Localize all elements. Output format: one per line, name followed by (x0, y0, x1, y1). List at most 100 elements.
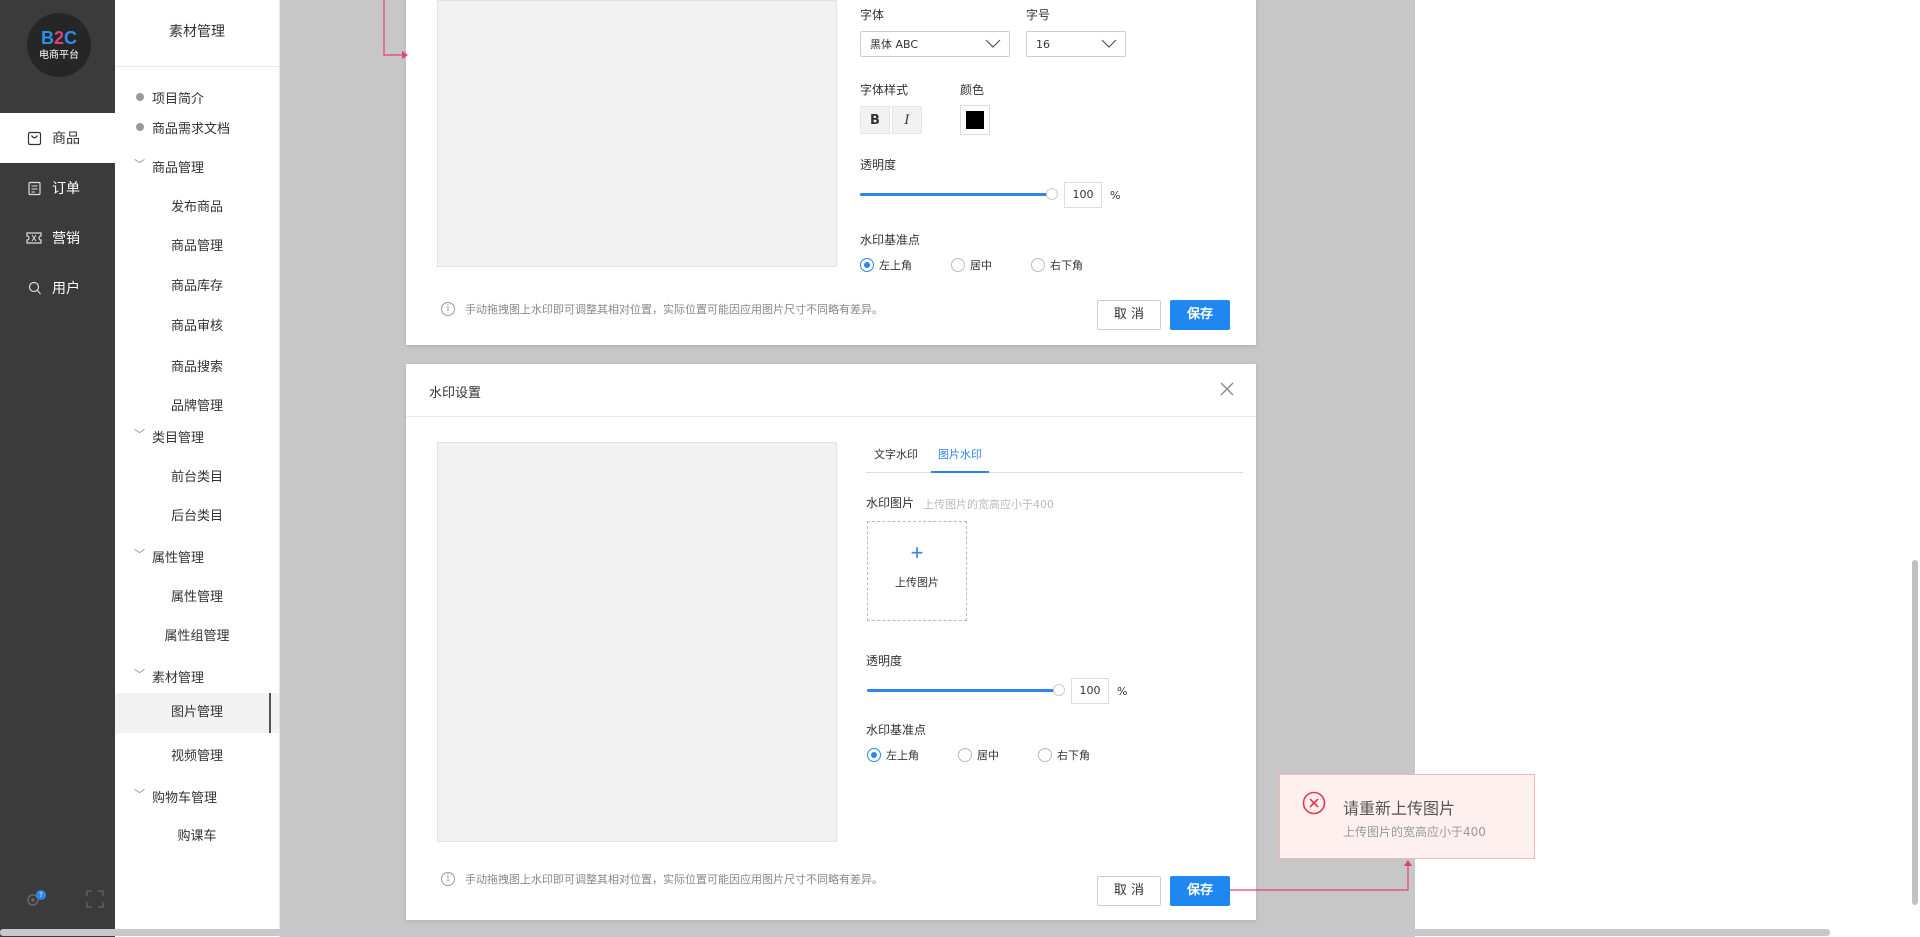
logo-letter-b: B (40, 27, 54, 48)
nav-item-users[interactable]: 用户 (0, 263, 115, 313)
save-button[interactable]: 保存 (1170, 876, 1230, 906)
info-icon: i (441, 302, 455, 316)
percent-label: % (1117, 685, 1128, 698)
italic-button[interactable]: I (892, 106, 922, 134)
opacity-input[interactable]: 100 (1071, 678, 1109, 704)
size-select[interactable]: 16 (1026, 31, 1126, 57)
cancel-button[interactable]: 取 消 (1097, 300, 1161, 330)
upload-image-button[interactable]: + 上传图片 (867, 521, 967, 621)
menu-group-label: 属性管理 (152, 551, 205, 566)
anchor-radio-bottom-right[interactable]: 右下角 (1031, 257, 1083, 273)
opacity-slider-fill (867, 689, 1059, 692)
menu-item-video-management[interactable]: 视频管理 (115, 745, 279, 764)
menu-item-back-category[interactable]: 后台类目 (115, 505, 279, 524)
menu-item-label: 图片管理 (170, 705, 223, 720)
save-button[interactable]: 保存 (1170, 300, 1230, 330)
horizontal-scrollbar[interactable] (0, 929, 1830, 936)
toast-message: 上传图片的宽高应小于400 (1343, 825, 1486, 839)
opacity-slider[interactable] (860, 193, 1052, 196)
menu-item-image-management[interactable]: 图片管理 (115, 693, 279, 733)
fullscreen-icon[interactable] (86, 890, 104, 912)
opacity-input[interactable]: 100 (1064, 182, 1102, 208)
chevron-down-icon: ﹀ (134, 788, 145, 801)
anchor-radio-bottom-right[interactable]: 右下角 (1038, 747, 1090, 763)
upload-label: 上传图片 (895, 576, 939, 589)
color-swatch (966, 111, 984, 129)
menu-item-label: 后台类目 (170, 509, 223, 524)
logo[interactable]: B2C 电商平台 (27, 13, 91, 77)
radio-label: 居中 (977, 749, 999, 762)
tab-image-watermark[interactable]: 图片水印 (931, 445, 989, 473)
bag-icon (26, 130, 42, 146)
menu-item-front-category[interactable]: 前台类目 (115, 466, 279, 485)
opacity-slider-fill (860, 193, 1052, 196)
drag-hint-text: 手动拖拽图上水印即可调整其相对位置，实际位置可能因应用图片尺寸不同略有差异。 (465, 873, 883, 886)
anchor-radio-top-left[interactable]: 左上角 (867, 747, 919, 763)
main-nav: B2C 电商平台 商品 订单 营销 用户 ? (0, 0, 115, 937)
menu-item-goods-review[interactable]: 商品审核 (115, 315, 279, 334)
watermark-tabs: 文字水印 图片水印 (866, 445, 1243, 473)
anchor-radio-center[interactable]: 居中 (958, 747, 999, 763)
menu-group-label: 类目管理 (152, 431, 205, 446)
menu-item-brand-management[interactable]: 品牌管理 (115, 395, 279, 414)
menu-item-label: 视频管理 (170, 749, 223, 764)
chevron-down-icon: ﹀ (134, 548, 145, 561)
menu-group-label: 商品管理 (152, 161, 205, 176)
radio-label: 右下角 (1057, 749, 1090, 762)
menu-item-publish-goods[interactable]: 发布商品 (115, 196, 279, 215)
radio-circle (951, 258, 965, 272)
watermark-image-hint: 上传图片的宽高应小于400 (923, 498, 1054, 511)
radio-circle (1038, 748, 1052, 762)
anchor-label: 水印基准点 (860, 233, 921, 247)
menu-item-attribute-management[interactable]: 属性管理 (115, 586, 279, 605)
plus-icon: + (910, 540, 924, 565)
nav-item-label: 用户 (52, 281, 80, 297)
nav-item-orders[interactable]: 订单 (0, 163, 115, 213)
vertical-scrollbar[interactable] (1912, 560, 1918, 905)
chevron-down-icon: ﹀ (134, 158, 145, 171)
opacity-label: 透明度 (860, 158, 897, 172)
submenu-title: 素材管理 (115, 0, 279, 67)
radio-label: 左上角 (886, 749, 919, 762)
cancel-button[interactable]: 取 消 (1097, 876, 1161, 906)
menu-item-label: 商品审核 (170, 319, 223, 334)
nav-item-label: 商品 (52, 131, 80, 147)
tab-text-watermark[interactable]: 文字水印 (874, 445, 918, 471)
opacity-slider-handle[interactable] (1053, 684, 1065, 696)
menu-item-goods-stock[interactable]: 商品库存 (115, 275, 279, 294)
size-label: 字号 (1026, 8, 1051, 22)
menu-item-label: 品牌管理 (170, 399, 223, 414)
nav-item-label: 订单 (52, 181, 80, 197)
radio-label: 左上角 (879, 259, 912, 272)
chevron-down-icon (1101, 39, 1117, 48)
menu-item-goods-search[interactable]: 商品搜索 (115, 356, 279, 375)
preview-area[interactable] (437, 0, 837, 267)
menu-item-label: 商品管理 (170, 239, 223, 254)
menu-item-label: 购课车 (177, 829, 217, 844)
user-icon (26, 280, 42, 296)
radio-label: 右下角 (1050, 259, 1083, 272)
nav-item-label: 营销 (52, 231, 80, 247)
anchor-radio-center[interactable]: 居中 (951, 257, 992, 273)
nav-item-goods[interactable]: 商品 (0, 113, 115, 163)
watermark-dialog-image: 水印设置 文字水印 图片水印 水印图片 上传图片的宽高应小于400 + 上传图片… (406, 364, 1256, 920)
menu-item-label: 属性组管理 (164, 629, 230, 644)
drag-hint: i 手动拖拽图上水印即可调整其相对位置，实际位置可能因应用图片尺寸不同略有差异。 (441, 301, 883, 317)
menu-item-goods-management[interactable]: 商品管理 (115, 235, 279, 254)
font-select[interactable]: 黑体 ABC (860, 31, 1010, 57)
preview-area[interactable] (437, 442, 837, 842)
close-icon[interactable] (1220, 382, 1234, 396)
font-select-value: 黑体 ABC (870, 38, 919, 51)
opacity-slider-handle[interactable] (1046, 188, 1058, 200)
error-circle-icon (1302, 791, 1326, 815)
color-picker[interactable] (960, 105, 990, 135)
chevron-down-icon: ﹀ (134, 668, 145, 681)
radio-label: 居中 (970, 259, 992, 272)
nav-item-marketing[interactable]: 营销 (0, 213, 115, 263)
menu-item-course-cart[interactable]: 购课车 (115, 825, 279, 844)
bold-button[interactable]: B (860, 106, 890, 134)
anchor-radio-top-left[interactable]: 左上角 (860, 257, 912, 273)
watermark-dialog-text: 字体 黑体 ABC 字号 16 字体样式 B I 颜色 透明度 100 % 水印… (406, 0, 1256, 345)
menu-item-attribute-group[interactable]: 属性组管理 (115, 625, 279, 644)
opacity-slider[interactable] (867, 689, 1059, 692)
